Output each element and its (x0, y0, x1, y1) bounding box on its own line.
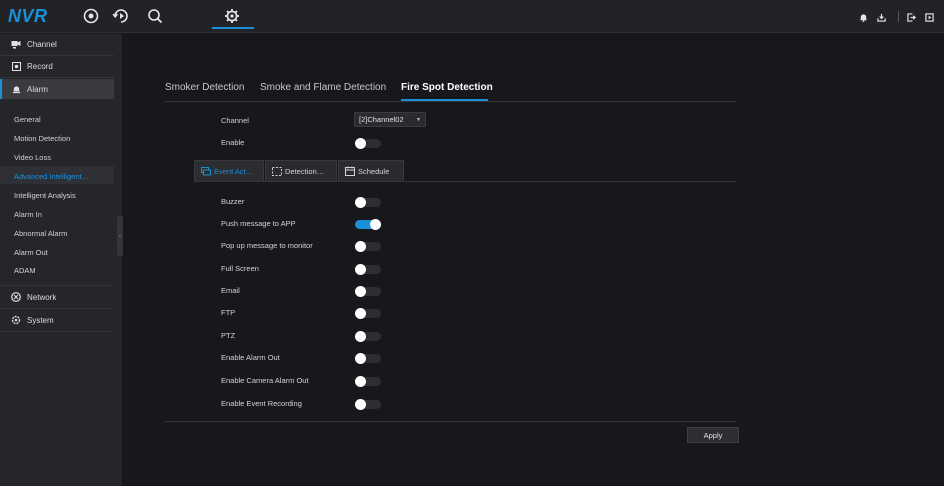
calendar-icon (345, 166, 355, 176)
sidebar-item-label: Record (27, 61, 53, 71)
enable-camera-alarm-out-toggle[interactable] (355, 376, 381, 387)
alarm-icon (11, 84, 21, 94)
top-bar: NVR (0, 0, 944, 33)
settings-icon[interactable] (222, 6, 242, 26)
sidebar-item-label: Network (27, 292, 57, 302)
network-icon (11, 292, 21, 302)
divider (0, 331, 114, 332)
alarm-bell-icon[interactable] (858, 12, 868, 22)
record-icon (11, 61, 21, 71)
subtab-schedule[interactable]: Schedule (338, 160, 404, 182)
buzzer-toggle[interactable] (355, 197, 381, 208)
popup-message-toggle[interactable] (355, 241, 381, 252)
system-gear-icon (11, 315, 21, 325)
subtab-detection[interactable]: Detection… (265, 160, 337, 182)
email-label: Email (221, 286, 240, 295)
full-screen-toggle[interactable] (355, 264, 381, 275)
camera-icon (11, 39, 21, 49)
channel-select[interactable]: [2]Channel02 ▾ (354, 112, 426, 127)
sidebar-sub-abnormal-alarm[interactable]: Abnormal Alarm (14, 229, 67, 238)
enable-camera-alarm-out-label: Enable Camera Alarm Out (221, 376, 309, 385)
sidebar-sub-adam[interactable]: ADAM (14, 266, 36, 275)
sidebar-item-network[interactable]: Network (0, 287, 114, 307)
ftp-label: FTP (221, 308, 236, 317)
enable-label: Enable (221, 138, 245, 147)
logout-icon[interactable] (906, 12, 916, 22)
top-separator (898, 11, 899, 22)
sidebar-collapse-handle[interactable]: ‹ (117, 216, 123, 256)
live-view-icon[interactable] (81, 6, 101, 26)
enable-event-recording-label: Enable Event Recording (221, 399, 302, 408)
subtab-label: Event Act… (214, 166, 254, 176)
active-nav-indicator (212, 27, 254, 29)
tabs-divider (165, 101, 737, 102)
event-action-icon (201, 166, 211, 176)
sidebar-item-channel[interactable]: Channel (0, 34, 114, 54)
nvr-logo: NVR (8, 6, 48, 26)
sidebar-sub-alarm-in[interactable]: Alarm In (14, 210, 42, 219)
divider (0, 77, 114, 78)
full-screen-label: Full Screen (221, 264, 259, 273)
subtab-label: Detection… (285, 166, 325, 176)
sidebar-item-label: System (27, 315, 54, 325)
sidebar-sub-advanced-intelligent[interactable]: Advanced Intelligent… (14, 172, 89, 181)
enable-event-recording-toggle[interactable] (355, 399, 381, 410)
active-tab-indicator (401, 99, 488, 101)
buzzer-label: Buzzer (221, 197, 245, 206)
popup-message-label: Pop up message to monitor (221, 241, 313, 250)
playback-icon[interactable] (111, 6, 131, 26)
chevron-down-icon: ▾ (416, 117, 420, 123)
channel-select-value: [2]Channel02 (359, 115, 404, 124)
sidebar-item-record[interactable]: Record (0, 56, 114, 76)
ptz-label: PTZ (221, 331, 236, 340)
tab-smoke-and-flame-detection[interactable]: Smoke and Flame Detection (260, 82, 386, 93)
channel-label: Channel (221, 116, 249, 125)
enable-toggle[interactable] (355, 138, 381, 149)
apply-button[interactable]: Apply (687, 427, 739, 443)
sidebar-sub-video-loss[interactable]: Video Loss (14, 153, 51, 162)
search-icon[interactable] (145, 6, 165, 26)
ptz-toggle[interactable] (355, 331, 381, 342)
sidebar-sub-general[interactable]: General (14, 115, 41, 124)
power-icon[interactable] (924, 12, 934, 22)
sidebar-item-label: Alarm (27, 84, 48, 94)
push-message-toggle[interactable] (355, 219, 381, 230)
push-message-label: Push message to APP (221, 219, 296, 228)
sidebar-sub-intelligent-analysis[interactable]: Intelligent Analysis (14, 191, 76, 200)
subtab-event-action[interactable]: Event Act… (194, 160, 264, 182)
bottom-divider (165, 421, 737, 422)
sidebar-item-label: Channel (27, 39, 57, 49)
tab-fire-spot-detection[interactable]: Fire Spot Detection (401, 82, 493, 93)
sidebar-sub-motion-detection[interactable]: Motion Detection (14, 134, 70, 143)
sidebar: Channel Record Alarm General Motion Dete… (0, 34, 122, 486)
divider (0, 308, 114, 309)
enable-alarm-out-label: Enable Alarm Out (221, 353, 280, 362)
sidebar-sub-alarm-out[interactable]: Alarm Out (14, 248, 48, 257)
divider (0, 285, 114, 286)
enable-alarm-out-toggle[interactable] (355, 353, 381, 364)
detection-area-icon (272, 166, 282, 176)
email-toggle[interactable] (355, 286, 381, 297)
sidebar-item-alarm[interactable]: Alarm (0, 79, 114, 99)
download-icon[interactable] (876, 12, 886, 22)
ftp-toggle[interactable] (355, 308, 381, 319)
tab-smoker-detection[interactable]: Smoker Detection (165, 82, 244, 93)
sidebar-item-system[interactable]: System (0, 310, 114, 330)
subtab-label: Schedule (358, 166, 390, 176)
subtabs-divider (194, 181, 737, 182)
